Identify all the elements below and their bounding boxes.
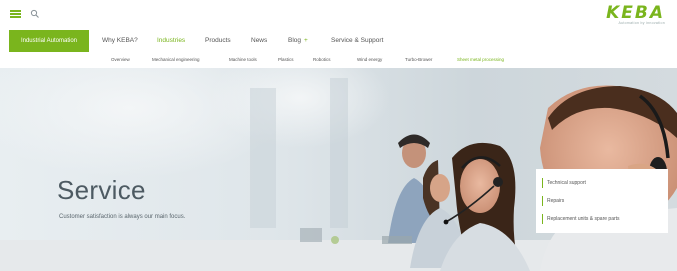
plus-icon: + bbox=[304, 37, 308, 44]
hero-title: Service bbox=[57, 175, 146, 205]
nav-item-industries[interactable]: Industries bbox=[157, 30, 185, 52]
subnav-item-mechanical-engineering[interactable]: Mechanical engineering bbox=[152, 52, 200, 68]
nav-item-why-keba[interactable]: Why KEBA? bbox=[102, 30, 138, 52]
subnav-item-turbo-brower[interactable]: Turbo-Brower bbox=[405, 52, 432, 68]
nav-item-blog[interactable]: Blog + bbox=[288, 30, 308, 52]
nav-item-blog-label: Blog bbox=[288, 37, 302, 44]
nav-item-products[interactable]: Products bbox=[205, 30, 231, 52]
hero-banner: Service Customer satisfaction is always … bbox=[0, 68, 677, 271]
logo-tagline: Automation by innovation bbox=[618, 21, 665, 25]
sub-navigation: Overview Mechanical engineering Machine … bbox=[0, 52, 677, 69]
search-icon[interactable] bbox=[30, 9, 40, 19]
subnav-item-overview[interactable]: Overview bbox=[111, 52, 130, 68]
nav-item-service-support[interactable]: Service & Support bbox=[331, 30, 383, 52]
logo-wordmark: KEBA bbox=[606, 3, 665, 23]
subnav-item-robotics[interactable]: Robotics bbox=[313, 52, 331, 68]
hero-subtitle: Customer satisfaction is always our main… bbox=[59, 214, 186, 220]
subnav-item-machine-tools[interactable]: Machine tools bbox=[229, 52, 257, 68]
service-links-panel: Technical support Repairs Replacement un… bbox=[536, 169, 668, 233]
keba-logo[interactable]: KEBA Automation by innovation bbox=[593, 3, 665, 26]
nav-item-news[interactable]: News bbox=[251, 30, 267, 52]
hamburger-menu-icon[interactable] bbox=[10, 10, 21, 18]
subnav-item-sheet-metal-processing[interactable]: Sheet metal processing bbox=[457, 52, 504, 68]
main-navigation: Industrial Automation Why KEBA? Industri… bbox=[0, 30, 677, 52]
subnav-item-wind-energy[interactable]: Wind energy bbox=[357, 52, 382, 68]
link-repairs[interactable]: Repairs bbox=[542, 196, 564, 206]
top-bar: KEBA Automation by innovation bbox=[0, 0, 677, 28]
link-replacement-units[interactable]: Replacement units & spare parts bbox=[542, 214, 620, 224]
nav-item-industrial-automation[interactable]: Industrial Automation bbox=[9, 30, 89, 52]
link-technical-support[interactable]: Technical support bbox=[542, 178, 586, 188]
subnav-item-plastics[interactable]: Plastics bbox=[278, 52, 294, 68]
